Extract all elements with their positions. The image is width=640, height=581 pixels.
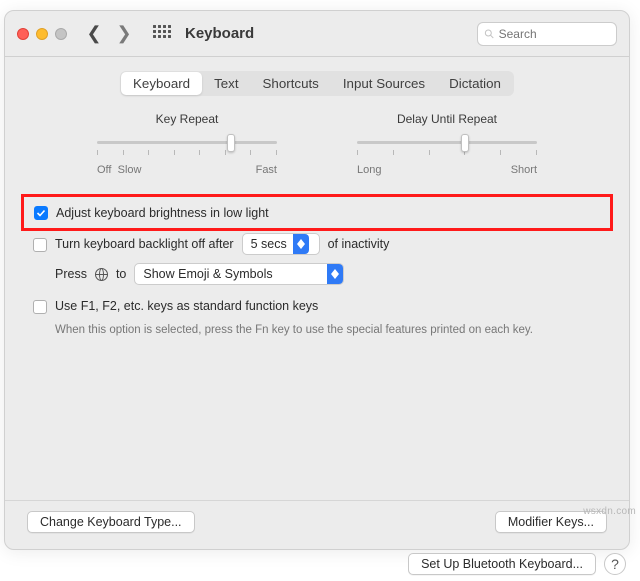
delay-repeat-thumb[interactable] bbox=[461, 134, 469, 152]
sliders-row: Key Repeat Off Slow Fast Delay Until Rep… bbox=[5, 106, 629, 194]
close-icon[interactable] bbox=[17, 28, 29, 40]
function-keys-help: When this option is selected, press the … bbox=[55, 322, 601, 338]
globe-icon bbox=[95, 268, 108, 281]
key-repeat-thumb[interactable] bbox=[227, 134, 235, 152]
adjust-brightness-checkbox[interactable] bbox=[34, 206, 48, 220]
tab-input-sources[interactable]: Input Sources bbox=[331, 72, 437, 95]
delay-repeat-slider[interactable]: Delay Until Repeat Long Short bbox=[357, 112, 537, 176]
fn-action-popup[interactable]: Show Emoji & Symbols bbox=[134, 263, 344, 285]
tab-keyboard[interactable]: Keyboard bbox=[121, 72, 202, 95]
backlight-off-row: Turn keyboard backlight off after 5 secs… bbox=[33, 233, 601, 255]
backlight-delay-popup[interactable]: 5 secs bbox=[242, 233, 320, 255]
function-keys-checkbox[interactable] bbox=[33, 300, 47, 314]
tab-dictation[interactable]: Dictation bbox=[437, 72, 513, 95]
change-keyboard-type-button[interactable]: Change Keyboard Type... bbox=[27, 511, 195, 533]
window-title: Keyboard bbox=[185, 25, 254, 42]
function-keys-label: Use F1, F2, etc. keys as standard functi… bbox=[55, 299, 318, 313]
all-prefs-icon[interactable] bbox=[153, 25, 171, 43]
press-fn-row: Press to Show Emoji & Symbols bbox=[55, 263, 601, 285]
key-repeat-slider[interactable]: Key Repeat Off Slow Fast bbox=[97, 112, 277, 176]
chevron-updown-icon bbox=[293, 234, 309, 254]
titlebar: ❮ ❯ Keyboard bbox=[5, 11, 629, 57]
forward-button[interactable]: ❯ bbox=[113, 23, 135, 45]
search-field[interactable] bbox=[477, 22, 617, 46]
backlight-off-checkbox[interactable] bbox=[33, 238, 47, 252]
window-controls bbox=[17, 28, 67, 40]
chevron-updown-icon bbox=[327, 264, 343, 284]
tab-bar: Keyboard Text Shortcuts Input Sources Di… bbox=[5, 57, 629, 106]
back-button[interactable]: ❮ bbox=[83, 23, 105, 45]
adjust-brightness-label: Adjust keyboard brightness in low light bbox=[56, 206, 269, 220]
minimize-icon[interactable] bbox=[36, 28, 48, 40]
search-icon bbox=[484, 28, 495, 40]
setup-bluetooth-button[interactable]: Set Up Bluetooth Keyboard... bbox=[408, 553, 596, 575]
search-input[interactable] bbox=[499, 27, 610, 41]
tab-shortcuts[interactable]: Shortcuts bbox=[251, 72, 331, 95]
adjust-brightness-row-highlighted: Adjust keyboard brightness in low light bbox=[21, 194, 613, 231]
watermark: wsxdn.com bbox=[583, 506, 636, 517]
help-button[interactable]: ? bbox=[604, 553, 626, 575]
keyboard-prefs-window: ❮ ❯ Keyboard Keyboard Text Shortcuts Inp… bbox=[4, 10, 630, 550]
tab-text[interactable]: Text bbox=[202, 72, 250, 95]
options-panel: Adjust keyboard brightness in low light … bbox=[5, 194, 629, 338]
function-keys-row: Use F1, F2, etc. keys as standard functi… bbox=[33, 299, 601, 314]
bottom-bar: Change Keyboard Type... Modifier Keys... bbox=[5, 500, 629, 549]
zoom-icon[interactable] bbox=[55, 28, 67, 40]
footer-actions: Set Up Bluetooth Keyboard... ? bbox=[408, 553, 626, 575]
